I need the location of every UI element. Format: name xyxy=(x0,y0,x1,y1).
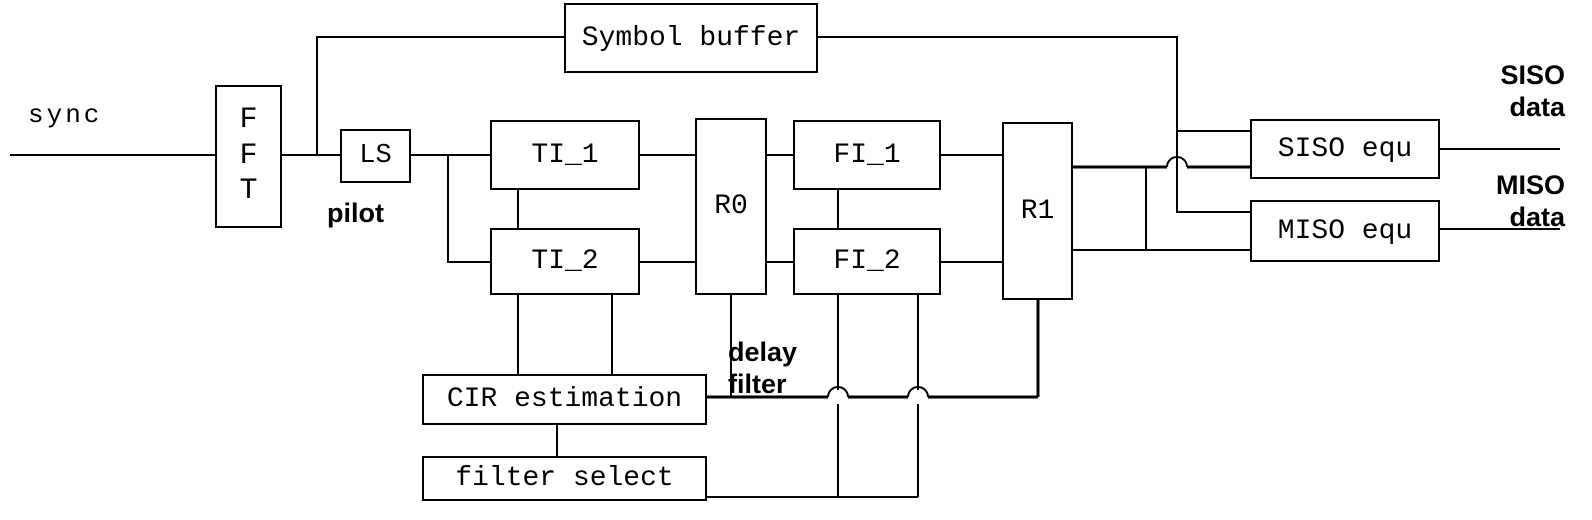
label-pilot: pilot xyxy=(327,198,384,228)
label-delay-filter: delay filter xyxy=(728,337,798,399)
block-r0[interactable]: R0 xyxy=(695,118,767,295)
wire-symbol-buffer-to-miso xyxy=(1176,131,1250,213)
block-miso-equ-label: MISO equ xyxy=(1277,215,1413,247)
block-symbol-buffer-label: Symbol buffer xyxy=(581,22,801,54)
wire-symbol-buffer-to-siso xyxy=(818,36,1250,132)
block-r1-label: R1 xyxy=(1020,195,1055,227)
block-fft-line-0: F xyxy=(239,103,258,138)
block-fft[interactable]: F F T xyxy=(215,85,282,228)
label-siso-data: SISO data xyxy=(1500,60,1565,122)
block-r0-label: R0 xyxy=(714,191,748,222)
block-ti-2-label: TI_2 xyxy=(531,246,599,277)
wire-ls-to-ti2 xyxy=(447,155,490,263)
block-diagram-canvas: F F T LS Symbol buffer TI_1 TI_2 R0 FI_1… xyxy=(0,0,1592,520)
wire-hop-bus-1 xyxy=(827,386,849,398)
block-fi-1[interactable]: FI_1 xyxy=(793,120,941,190)
block-cir-estimation[interactable]: CIR estimation xyxy=(422,374,707,425)
block-fi-1-label: FI_1 xyxy=(833,139,901,171)
block-ti-2[interactable]: TI_2 xyxy=(490,228,640,295)
block-ls-label: LS xyxy=(359,141,392,171)
block-filter-select-label: filter select xyxy=(455,463,674,494)
block-fft-line-2: T xyxy=(239,174,258,209)
label-miso-data: MISO data xyxy=(1495,170,1565,232)
block-siso-equ[interactable]: SISO equ xyxy=(1250,119,1440,179)
block-ti-1[interactable]: TI_1 xyxy=(490,120,640,190)
block-fi-2[interactable]: FI_2 xyxy=(793,228,941,295)
block-miso-equ[interactable]: MISO equ xyxy=(1250,200,1440,262)
block-symbol-buffer[interactable]: Symbol buffer xyxy=(564,3,818,73)
block-filter-select[interactable]: filter select xyxy=(422,456,707,501)
block-cir-estimation-label: CIR estimation xyxy=(446,384,683,415)
block-ls[interactable]: LS xyxy=(340,129,411,183)
wire-hop-bus-2 xyxy=(907,386,929,398)
block-r1[interactable]: R1 xyxy=(1002,122,1073,300)
label-sync: sync xyxy=(28,100,103,130)
block-siso-equ-label: SISO equ xyxy=(1277,133,1413,165)
block-fft-line-1: F xyxy=(239,138,258,173)
block-ti-1-label: TI_1 xyxy=(531,139,599,171)
block-fi-2-label: FI_2 xyxy=(833,246,901,277)
wire-hop-siso xyxy=(1166,156,1188,168)
